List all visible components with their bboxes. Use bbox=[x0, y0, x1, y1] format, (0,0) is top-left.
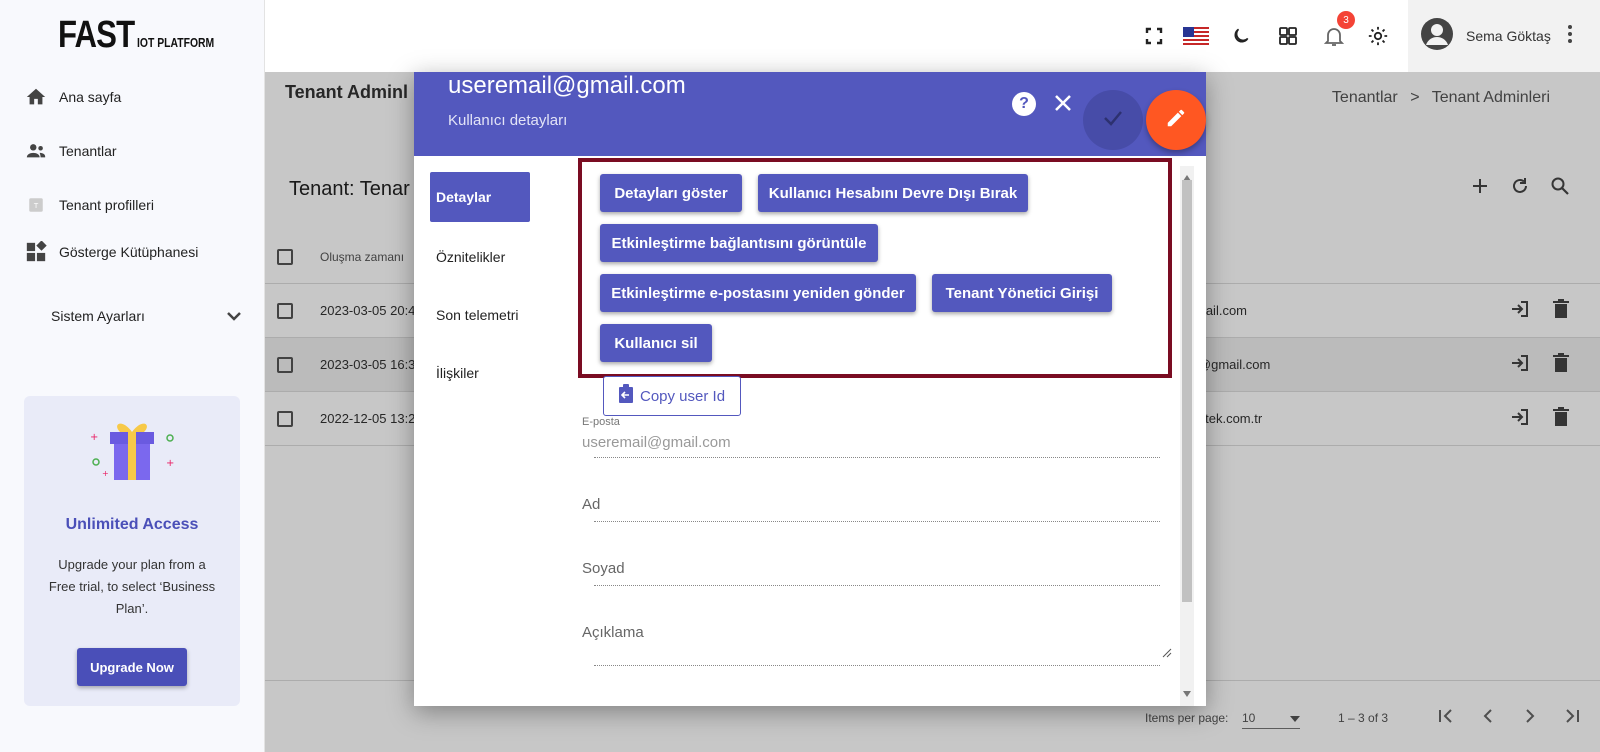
dialog-subtitle: Kullanıcı detayları bbox=[448, 112, 568, 129]
show-details-button[interactable]: Detayları göster bbox=[600, 174, 742, 212]
promo-title: Unlimited Access bbox=[65, 516, 199, 533]
sidebar-item-widgets-library[interactable]: Gösterge Kütüphanesi bbox=[25, 241, 198, 263]
us-flag-icon[interactable] bbox=[1183, 23, 1209, 49]
svg-text:+: + bbox=[102, 469, 109, 478]
help-glyph: ? bbox=[1019, 95, 1029, 112]
first-name-placeholder: Ad bbox=[582, 496, 601, 513]
tab-latest-telemetry[interactable]: Son telemetri bbox=[430, 286, 570, 344]
svg-text:T: T bbox=[34, 201, 39, 210]
description-placeholder: Açıklama bbox=[582, 624, 644, 641]
dark-mode-icon[interactable] bbox=[1228, 23, 1254, 49]
email-value: useremail@gmail.com bbox=[582, 434, 731, 451]
sidebar-item-label: Tenantlar bbox=[59, 143, 117, 159]
last-name-placeholder: Soyad bbox=[582, 560, 625, 577]
promo-text: Upgrade your plan from a Free trial, to … bbox=[48, 557, 216, 616]
user-name: Sema Göktaş bbox=[1466, 28, 1551, 44]
gift-icon: + + + bbox=[82, 410, 182, 491]
help-icon[interactable]: ? bbox=[1012, 92, 1036, 116]
edit-button[interactable] bbox=[1146, 90, 1206, 150]
svg-text:+: + bbox=[90, 432, 98, 443]
dialog-header: useremail@gmail.com Kullanıcı detayları … bbox=[414, 72, 1206, 156]
check-icon bbox=[1103, 110, 1123, 131]
sidebar-item-label: Ana sayfa bbox=[59, 89, 122, 105]
copy-user-id-label: Copy user Id bbox=[640, 387, 726, 405]
user-details-dialog: useremail@gmail.com Kullanıcı detayları … bbox=[414, 72, 1206, 706]
avatar bbox=[1420, 17, 1454, 56]
sidebar-item-tenants[interactable]: Tenantlar bbox=[25, 140, 117, 162]
pencil-icon bbox=[1165, 107, 1187, 134]
sidebar-item-label: Sistem Ayarları bbox=[51, 308, 145, 324]
scroll-down-icon[interactable] bbox=[1183, 684, 1191, 702]
first-name-field[interactable]: Ad bbox=[582, 492, 1160, 522]
user-menu[interactable]: Sema Göktaş bbox=[1408, 0, 1600, 72]
logo-text: FAST bbox=[58, 14, 135, 56]
tab-relations[interactable]: İlişkiler bbox=[430, 344, 570, 402]
home-icon bbox=[25, 86, 47, 108]
scrollbar-thumb[interactable] bbox=[1182, 180, 1192, 602]
sidebar-item-label: Gösterge Kütüphanesi bbox=[59, 244, 199, 260]
dialog-title: useremail@gmail.com bbox=[448, 72, 686, 99]
notification-badge: 3 bbox=[1337, 11, 1355, 29]
sidebar-item-system-settings[interactable]: Sistem Ayarları bbox=[51, 308, 241, 324]
tab-details[interactable]: Detaylar bbox=[430, 172, 530, 222]
people-icon bbox=[25, 140, 47, 162]
sidebar-item-home[interactable]: Ana sayfa bbox=[25, 86, 121, 108]
dialog-scrollbar[interactable] bbox=[1180, 166, 1194, 706]
upgrade-now-button[interactable]: Upgrade Now bbox=[77, 648, 187, 686]
sidebar-item-tenant-profiles[interactable]: T Tenant profilleri bbox=[25, 194, 154, 216]
sidebar-item-label: Tenant profilleri bbox=[59, 197, 154, 213]
dashboard-icon bbox=[25, 241, 47, 263]
email-label: E-posta bbox=[582, 416, 620, 428]
logo-subtext: IOT PLATFORM bbox=[137, 35, 215, 50]
more-vert-icon[interactable] bbox=[1567, 24, 1573, 49]
description-field[interactable]: Açıklama bbox=[582, 620, 1172, 666]
disable-account-button[interactable]: Kullanıcı Hesabını Devre Dışı Bırak bbox=[758, 174, 1028, 212]
settings-gear-icon[interactable] bbox=[1365, 23, 1391, 49]
notifications-bell-icon[interactable]: 3 bbox=[1321, 11, 1355, 49]
tab-attributes[interactable]: Öznitelikler bbox=[430, 228, 570, 286]
user-actions-panel: Detayları göster Kullanıcı Hesabını Devr… bbox=[578, 158, 1172, 378]
profile-icon: T bbox=[25, 194, 47, 216]
resend-activation-email-button[interactable]: Etkinleştirme e-postasını yeniden gönder bbox=[600, 274, 916, 312]
show-activation-link-button[interactable]: Etkinleştirme bağlantısını görüntüle bbox=[600, 224, 878, 262]
chevron-down-icon bbox=[227, 308, 241, 324]
last-name-field[interactable]: Soyad bbox=[582, 556, 1160, 586]
email-field[interactable]: E-posta useremail@gmail.com bbox=[582, 416, 1160, 458]
close-icon[interactable] bbox=[1054, 88, 1072, 119]
sidebar: FAST IOT PLATFORM Ana sayfa Tenantlar T … bbox=[0, 0, 265, 752]
resize-handle-icon[interactable] bbox=[1162, 645, 1172, 663]
apply-changes-button[interactable] bbox=[1083, 90, 1143, 150]
fullscreen-icon[interactable] bbox=[1141, 23, 1167, 49]
dialog-tabs: Detaylar Öznitelikler Son telemetri İliş… bbox=[430, 172, 570, 402]
topbar: 3 bbox=[265, 0, 1600, 72]
upgrade-promo-card: + + + Unlimited Access Upgrade your plan… bbox=[24, 396, 240, 706]
logo[interactable]: FAST IOT PLATFORM bbox=[58, 16, 234, 54]
clipboard-icon bbox=[618, 384, 634, 408]
svg-text:+: + bbox=[166, 458, 174, 469]
apps-grid-icon[interactable] bbox=[1275, 23, 1301, 49]
delete-user-button[interactable]: Kullanıcı sil bbox=[600, 324, 712, 362]
copy-user-id-button[interactable]: Copy user Id bbox=[603, 376, 741, 416]
tenant-admin-login-button[interactable]: Tenant Yönetici Girişi bbox=[932, 274, 1112, 312]
